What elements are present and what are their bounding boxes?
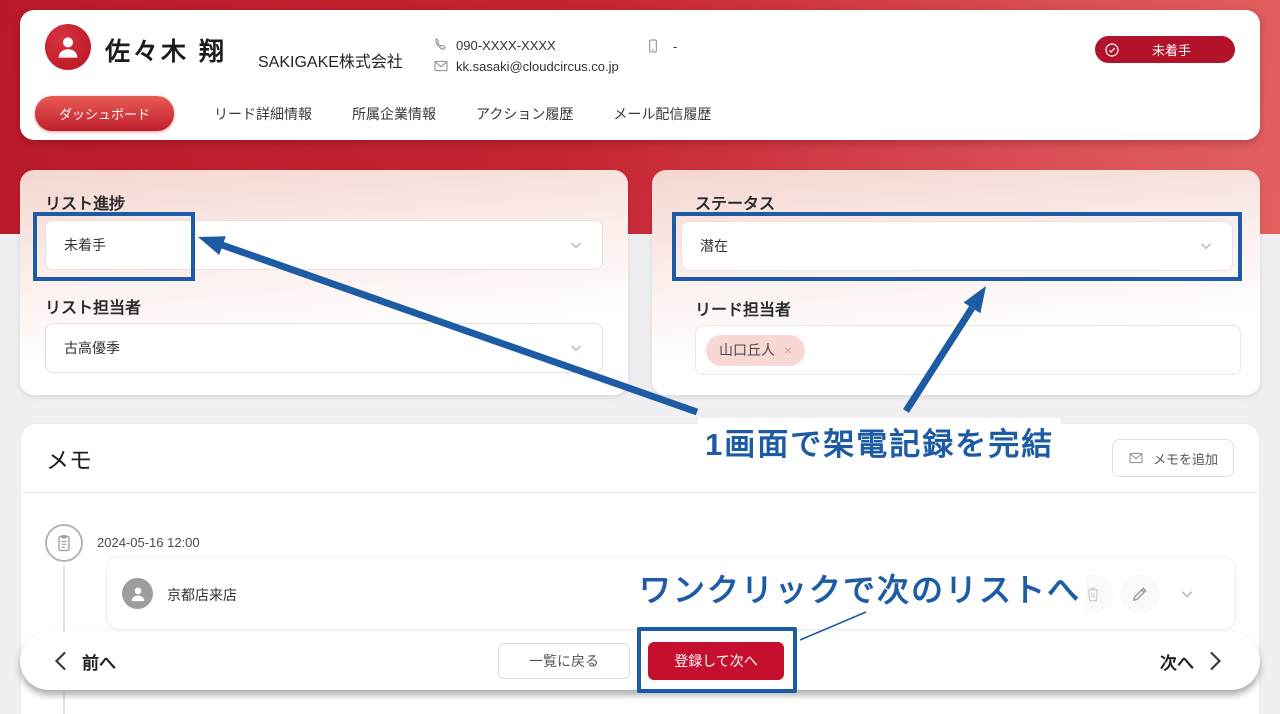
memo-timestamp: 2024-05-16 12:00 [97,535,200,550]
prev-label: 前へ [82,653,116,673]
lead-owner-tag: 山口丘人 × [706,334,806,366]
back-to-list-button[interactable]: 一覧に戻る [498,643,630,679]
register-next-button[interactable]: 登録して次へ [648,642,784,680]
contact-block: 090-XXXX-XXXX kk.sasaki@cloudcircus.co.j… [433,37,619,74]
list-owner-select[interactable]: 古高優季 [45,323,603,373]
status-value: 潜在 [700,238,728,254]
close-icon[interactable]: × [784,342,792,358]
envelope-icon [433,58,449,74]
status-label: ステータス [695,196,776,213]
list-progress-label: リスト進捗 [45,196,126,213]
tab-company-info[interactable]: 所属企業情報 [352,104,436,124]
check-circle-icon [1104,42,1120,58]
memo-entry-text: 京都店来店 [167,587,237,603]
lead-owner-tag-label: 山口丘人 [719,342,775,358]
lead-name: 佐々木 翔 [105,38,227,66]
list-owner-label: リスト担当者 [45,300,142,317]
person-icon [122,578,153,609]
chevron-down-icon [1198,238,1214,254]
add-memo-label: メモを追加 [1152,451,1218,467]
lead-header-card: 佐々木 翔 SAKIGAKE株式会社 090-XXXX-XXXX kk.sasa… [20,10,1260,140]
next-label: 次へ [1160,653,1194,673]
avatar [45,24,91,70]
memo-entry-card: 京都店来店 [106,556,1236,630]
memo-header: メモ メモを追加 [21,424,1259,493]
tab-dashboard[interactable]: ダッシュボード [35,96,175,131]
envelope-icon [1128,450,1144,466]
next-button[interactable]: 次へ [1160,632,1222,690]
memo-title: メモ [46,447,92,473]
status-select[interactable]: 潜在 [681,221,1233,271]
tab-mail-history[interactable]: メール配信履歴 [613,104,711,124]
prev-button[interactable]: 前へ [54,632,116,690]
list-progress-select[interactable]: 未着手 [45,220,603,270]
chevron-left-icon [54,651,67,671]
tab-bar: ダッシュボード リード詳細情報 所属企業情報 アクション履歴 メール配信履歴 [35,96,711,131]
mobile-row: - [645,38,677,54]
pagination-bar: 前へ 一覧に戻る 登録して次へ 次へ [20,632,1260,690]
lead-owner-input[interactable]: 山口丘人 × [695,325,1241,375]
status-panel-card: ステータス 潜在 リード担当者 山口丘人 × [652,170,1260,395]
status-badge[interactable]: 未着手 [1095,36,1235,63]
mobile-value: - [673,38,678,54]
add-memo-button[interactable]: メモを追加 [1111,439,1234,477]
person-icon [58,37,78,58]
memo-entry-actions [1073,574,1207,614]
chevron-down-icon [568,237,584,253]
pencil-icon[interactable] [1120,574,1160,614]
phone-row: 090-XXXX-XXXX [433,37,619,53]
mobile-icon [645,38,661,54]
list-panel-card: リスト進捗 未着手 リスト担当者 古高優季 [20,170,628,395]
phone-value: 090-XXXX-XXXX [456,37,556,53]
email-row: kk.sasaki@cloudcircus.co.jp [433,58,619,74]
clipboard-icon [45,524,83,562]
status-badge-label: 未着手 [1151,43,1191,58]
lead-company: SAKIGAKE株式会社 [258,54,403,71]
email-value: kk.sasaki@cloudcircus.co.jp [456,58,619,74]
list-progress-value: 未着手 [64,237,106,253]
lead-detail-page: 佐々木 翔 SAKIGAKE株式会社 090-XXXX-XXXX kk.sasa… [0,0,1280,714]
tab-lead-detail[interactable]: リード詳細情報 [214,104,312,124]
trash-icon[interactable] [1073,574,1113,614]
tab-action-history[interactable]: アクション履歴 [476,104,573,124]
list-owner-value: 古高優季 [64,340,120,356]
chevron-right-icon [1209,651,1222,671]
lead-owner-label: リード担当者 [695,302,792,319]
chevron-down-icon [568,340,584,356]
phone-icon [433,37,449,53]
chevron-down-icon[interactable] [1167,574,1207,614]
